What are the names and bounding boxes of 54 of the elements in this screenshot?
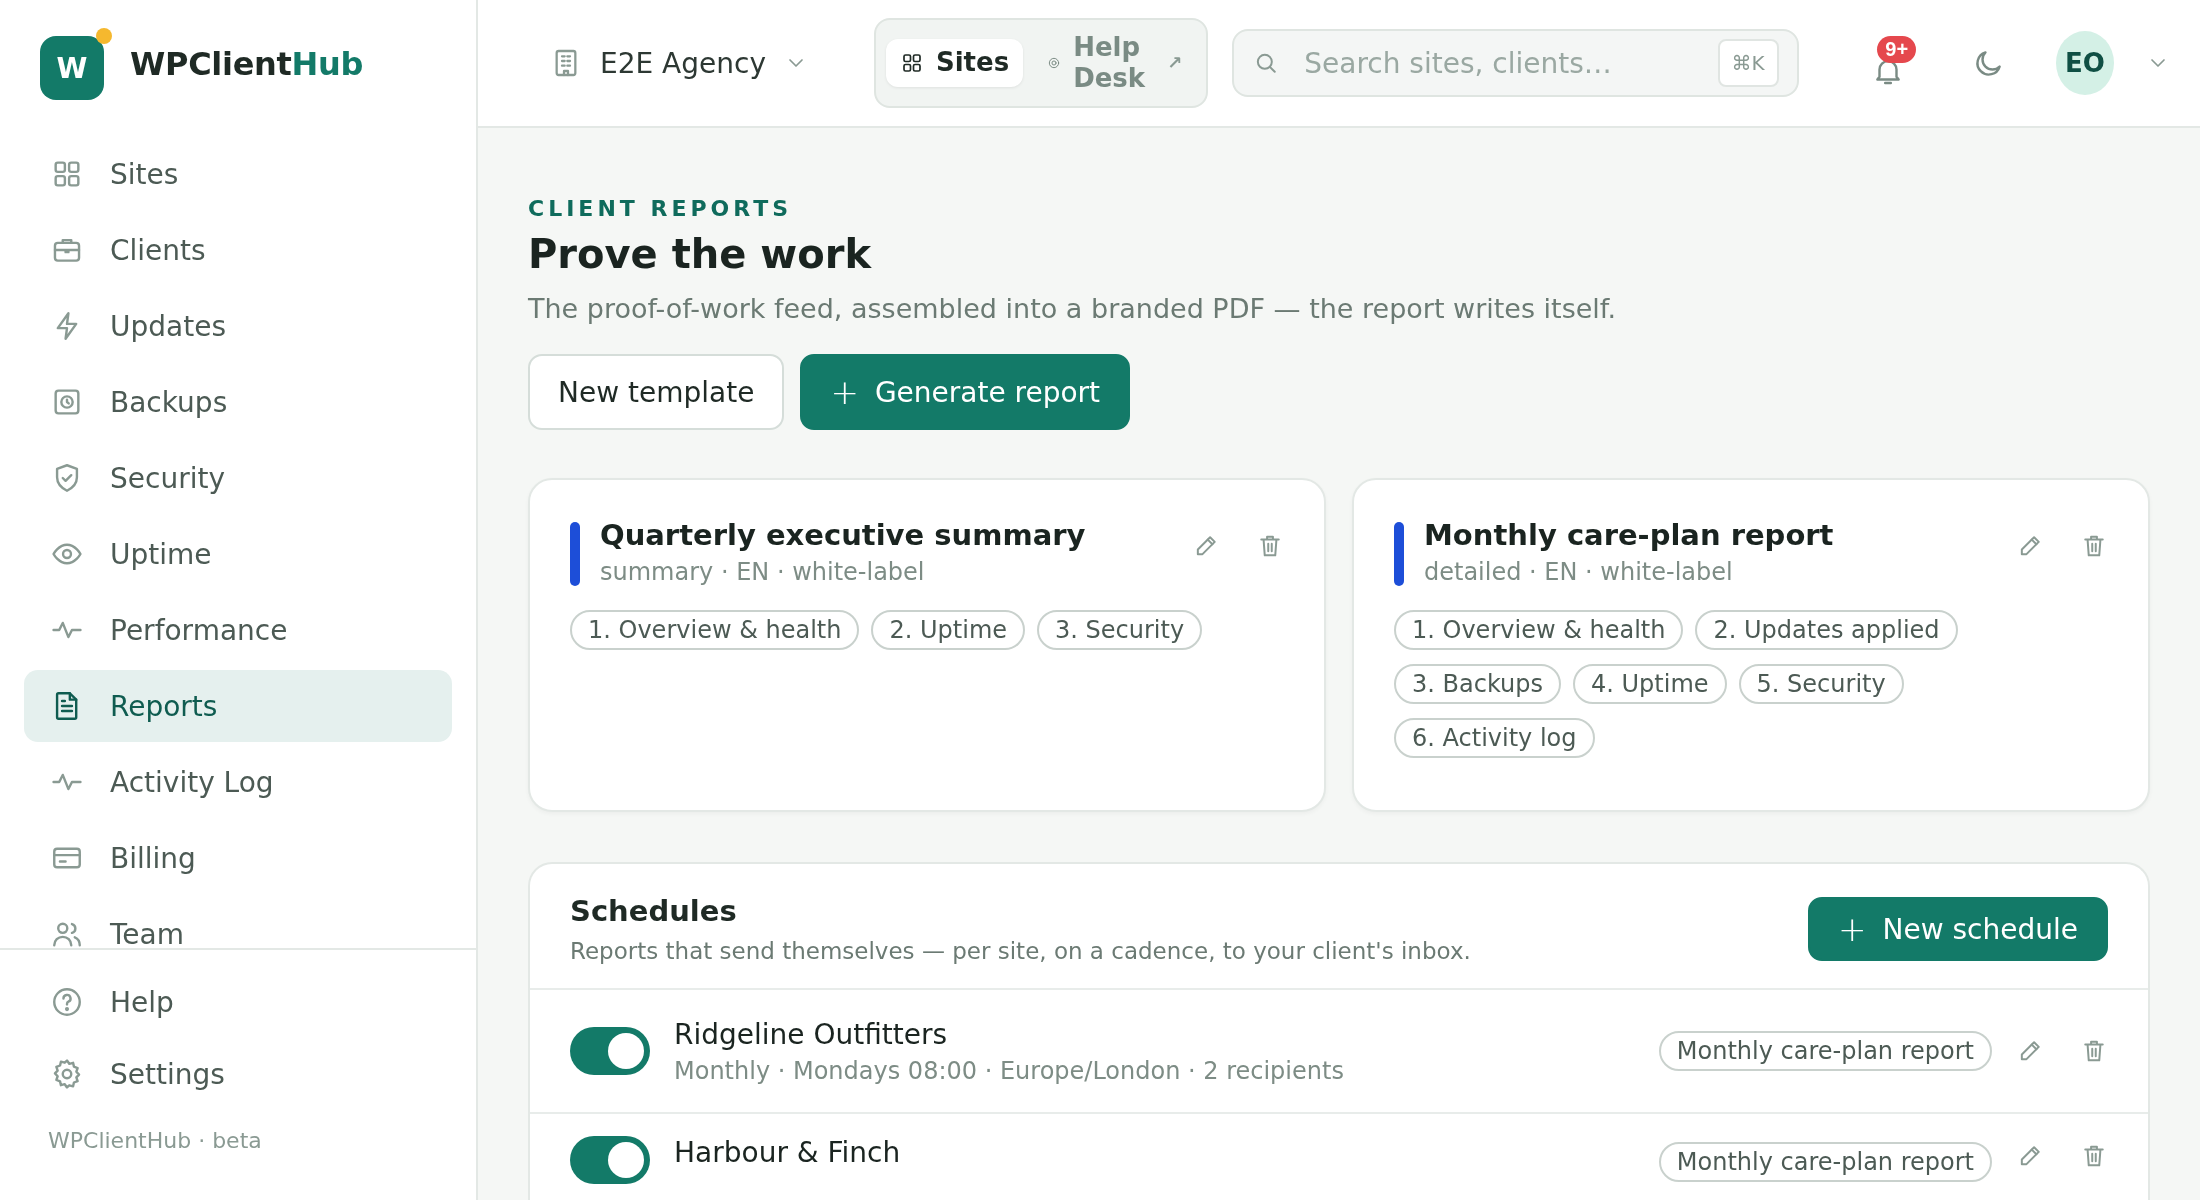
schedule-toggle[interactable] — [570, 1027, 650, 1075]
site-name: Harbour & Finch — [674, 1136, 902, 1169]
new-template-button[interactable]: New template — [528, 354, 785, 430]
plus-icon: + — [830, 375, 859, 409]
sidebar-item[interactable]: Help — [24, 968, 452, 1036]
sidebar-item[interactable]: Backups — [24, 366, 452, 438]
user-avatar[interactable]: EO — [2056, 31, 2114, 95]
section-tag: 3. Backups — [1394, 664, 1561, 704]
template-meta: summary · EN · white-label — [600, 558, 926, 586]
page-title: Prove the work — [528, 231, 873, 277]
section-tag: 1. Overview & health — [570, 610, 860, 650]
lifebuoy-icon — [1047, 56, 1062, 70]
brand-name: WPClientHub — [130, 45, 364, 83]
sidebar-item[interactable]: Uptime — [24, 518, 452, 590]
template-title: Monthly care-plan report — [1424, 518, 1835, 552]
plus-icon: + — [1838, 912, 1867, 946]
shortcut-hint: ⌘K — [1717, 39, 1779, 87]
template-tag: Monthly care-plan report — [1658, 1142, 1992, 1182]
schedules-title: Schedules — [570, 894, 738, 928]
section-tag: 6. Activity log — [1394, 718, 1595, 758]
section-tag: 2. Uptime — [871, 610, 1026, 650]
sidebar-item[interactable]: Settings — [24, 1040, 452, 1108]
site-name: Ridgeline Outfitters — [674, 1017, 949, 1051]
sidebar-item[interactable]: Reports — [24, 670, 452, 742]
template-title: Quarterly executive summary — [600, 518, 1087, 552]
organization-switcher[interactable]: E2E Agency — [550, 46, 808, 80]
notifications-button[interactable]: 9+ — [1860, 36, 1917, 90]
external-link-icon: ↗ — [1167, 52, 1183, 74]
sidebar-item[interactable]: Security — [24, 442, 452, 514]
section-tag: 5. Security — [1738, 664, 1904, 704]
page-subtitle: The proof-of-work feed, assembled into a branded PDF — the report writes itself. — [528, 293, 1617, 324]
section-tag: 3. Security — [1037, 610, 1203, 650]
sidebar-item[interactable]: Sites — [24, 138, 452, 210]
notification-count: 9+ — [1877, 36, 1917, 63]
switch-tab[interactable]: Sites — [885, 39, 1024, 87]
section-tag: 4. Uptime — [1573, 664, 1727, 704]
schedules-subtitle: Reports that send themselves — per site, on a cadence, to your client's inbox. — [570, 938, 1472, 964]
generate-report-button[interactable]: + Generate report — [800, 354, 1131, 430]
sidebar-item[interactable]: Activity Log — [24, 746, 452, 818]
template-tag: Monthly care-plan report — [1658, 1031, 1992, 1071]
section-tag: 1. Overview & health — [1394, 610, 1684, 650]
section-tag: 2. Updates applied — [1695, 610, 1958, 650]
help-icon — [50, 985, 84, 1019]
schedule-toggle[interactable] — [570, 1136, 650, 1184]
template-meta: detailed · EN · white-label — [1424, 558, 1734, 586]
schedule-detail: Monthly · Mondays 08:00 · Europe/London · 2 recipients — [674, 1056, 1345, 1085]
sidebar-item[interactable]: Clients — [24, 214, 452, 286]
sidebar-item[interactable]: Performance — [24, 594, 452, 666]
sidebar-item[interactable]: Updates — [24, 290, 452, 362]
sidebar-item[interactable]: Team — [24, 898, 452, 948]
version-label: WPClientHub · beta — [47, 1127, 263, 1153]
new-schedule-button[interactable]: + New schedule — [1808, 897, 2108, 961]
section-eyebrow: CLIENT REPORTS — [528, 196, 794, 221]
sidebar-item[interactable]: Billing — [24, 822, 452, 894]
